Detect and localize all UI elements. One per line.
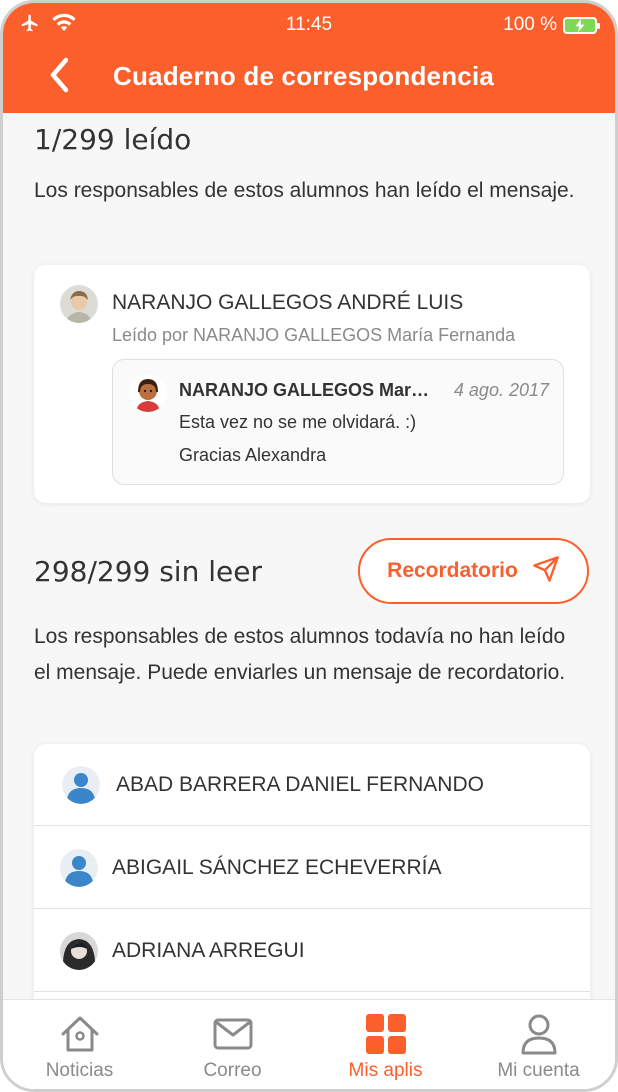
- tab-label: Correo: [203, 1060, 262, 1081]
- status-bar: 11:45 100 %: [3, 13, 615, 39]
- unread-count-heading: 298/299 sin leer: [34, 555, 262, 588]
- tab-label: Mis aplis: [348, 1060, 423, 1081]
- reply-author: NARANJO GALLEGOS María Fernanda: [179, 380, 431, 400]
- read-description: Los responsables de estos alumnos han le…: [34, 179, 575, 202]
- list-item[interactable]: ABAD BARRERA DANIEL FERNANDO: [34, 744, 590, 826]
- tab-mis-aplis[interactable]: Mis aplis: [309, 1000, 462, 1089]
- read-by-text: Leído por NARANJO GALLEGOS María Fernand…: [112, 325, 516, 345]
- battery-charging-icon: [563, 16, 600, 34]
- apps-grid-icon: [364, 1012, 408, 1056]
- list-item[interactable]: ADRIANA ARREGUI: [34, 910, 590, 992]
- send-icon: [532, 555, 560, 588]
- student-name: ABAD BARRERA DANIEL FERNANDO: [116, 773, 484, 796]
- list-item[interactable]: ABIGAIL SÁNCHEZ ECHEVERRÍA: [34, 827, 590, 909]
- user-default-icon: [60, 849, 98, 887]
- app-screen: 11:45 100 % Cuaderno de correspondencia …: [0, 0, 618, 1092]
- student-avatar: [60, 285, 98, 323]
- app-header: 11:45 100 % Cuaderno de correspondencia: [3, 3, 615, 113]
- read-count-heading: 1/299 leído: [34, 123, 192, 156]
- content-area[interactable]: 1/299 leído Los responsables de estos al…: [3, 113, 615, 999]
- student-photo: [60, 932, 98, 970]
- reminder-label: Recordatorio: [387, 559, 518, 582]
- tab-label: Noticias: [45, 1060, 114, 1081]
- reply-text-line: Gracias Alexandra: [179, 445, 327, 465]
- unread-description: Los responsables de estos alumnos todaví…: [34, 625, 566, 684]
- tab-mi-cuenta[interactable]: Mi cuenta: [462, 1000, 615, 1089]
- reply-date: 4 ago. 2017: [453, 380, 549, 400]
- unread-student-list: ABAD BARRERA DANIEL FERNANDO ABIGAIL SÁN…: [34, 744, 590, 999]
- reply-message[interactable]: NARANJO GALLEGOS María Fernanda 4 ago. 2…: [112, 359, 564, 485]
- student-name: ABIGAIL SÁNCHEZ ECHEVERRÍA: [112, 856, 442, 879]
- reminder-button[interactable]: Recordatorio: [358, 538, 589, 604]
- reply-text-line: Esta vez no se me olvidará. :): [179, 412, 417, 432]
- parent-avatar: [129, 374, 167, 412]
- student-name: ADRIANA ARREGUI: [112, 939, 305, 962]
- student-name: NARANJO GALLEGOS ANDRÉ LUIS: [112, 291, 464, 314]
- user-default-icon: [62, 766, 100, 804]
- home-icon: [58, 1012, 102, 1056]
- tab-correo[interactable]: Correo: [156, 1000, 309, 1089]
- read-student-card[interactable]: NARANJO GALLEGOS ANDRÉ LUIS Leído por NA…: [34, 265, 590, 503]
- page-title: Cuaderno de correspondencia: [113, 61, 495, 91]
- tab-label: Mi cuenta: [497, 1060, 580, 1081]
- chevron-left-icon: [48, 57, 70, 98]
- tab-noticias[interactable]: Noticias: [3, 1000, 156, 1089]
- mail-icon: [211, 1012, 255, 1056]
- back-button[interactable]: [39, 57, 79, 97]
- account-icon: [517, 1012, 561, 1056]
- bottom-tab-bar: Noticias Correo Mis aplis Mi cuenta: [3, 999, 615, 1089]
- battery-percent: 100 %: [503, 14, 557, 35]
